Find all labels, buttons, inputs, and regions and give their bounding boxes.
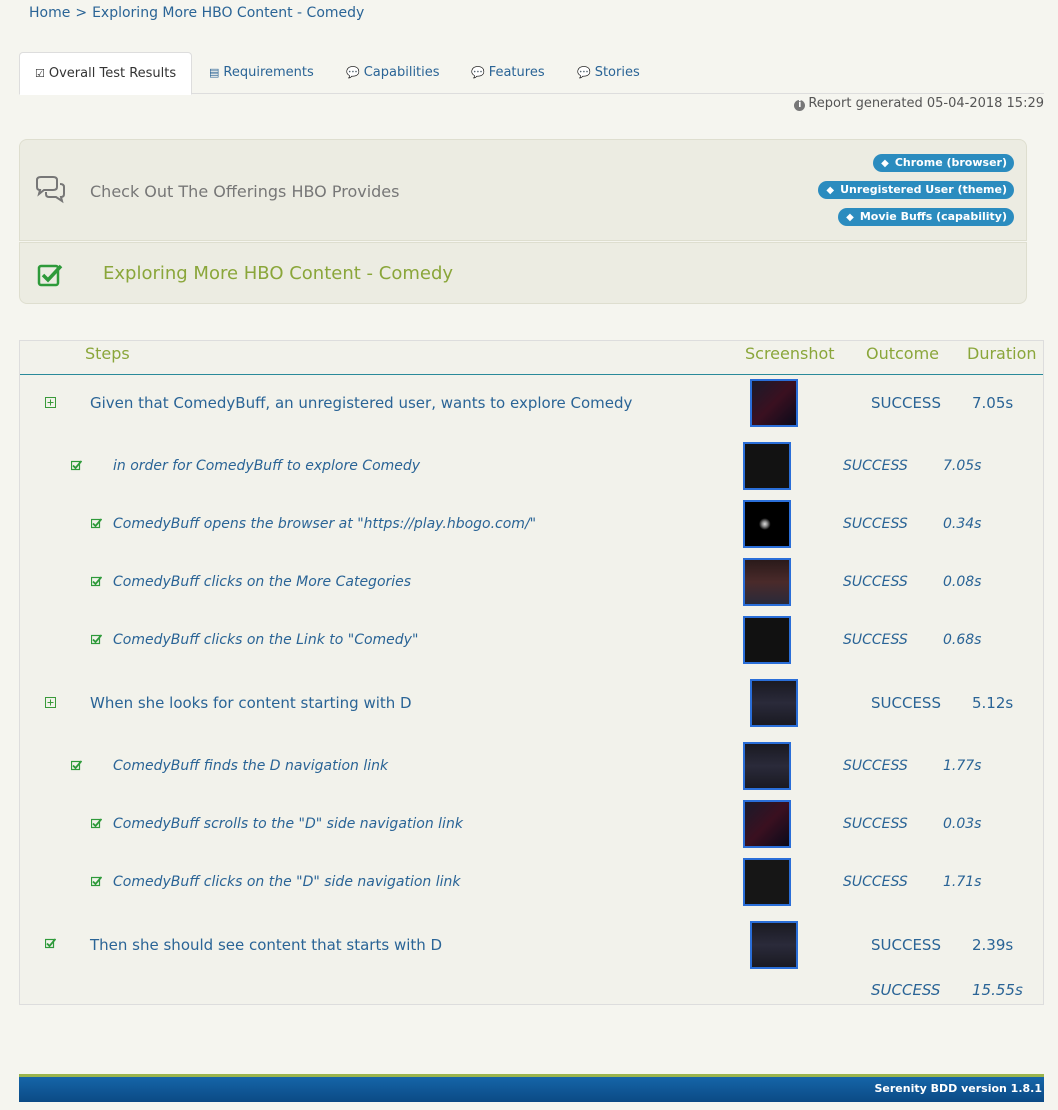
tab-label: Capabilities xyxy=(363,65,440,80)
info-icon: i xyxy=(794,100,806,111)
check-square-icon xyxy=(37,264,63,287)
expand-icon[interactable] xyxy=(45,697,56,708)
check-icon xyxy=(91,818,102,829)
step-duration: 7.05s xyxy=(972,394,1014,412)
breadcrumb-home-link[interactable]: Home xyxy=(29,5,70,21)
step-outcome: SUCCESS xyxy=(843,874,908,890)
header-outcome: Outcome xyxy=(866,344,940,363)
step-duration: 1.71s xyxy=(943,874,982,890)
step-outcome: SUCCESS xyxy=(843,458,908,474)
tab-label: Features xyxy=(488,65,545,80)
step-outcome: SUCCESS xyxy=(871,394,941,412)
step-duration: 0.08s xyxy=(943,574,982,590)
total-duration: 15.55s xyxy=(972,981,1023,999)
step-text: ComedyBuff scrolls to the "D" side navig… xyxy=(113,816,463,832)
screenshot-thumbnail[interactable] xyxy=(750,379,798,427)
tab-requirements[interactable]: ▤ Requirements xyxy=(209,52,314,94)
step-outcome: SUCCESS xyxy=(843,516,908,532)
step-duration: 1.77s xyxy=(943,758,982,774)
steps-table-header: Steps Screenshot Outcome Duration xyxy=(20,341,1043,375)
report-generated: i Report generated 05-04-2018 15:29 xyxy=(794,96,1044,111)
scenario-panel: Exploring More HBO Content - Comedy xyxy=(19,242,1027,304)
tab-label: Requirements xyxy=(223,65,314,80)
screenshot-thumbnail[interactable] xyxy=(750,921,798,969)
check-icon xyxy=(91,518,102,529)
step-duration: 2.39s xyxy=(972,936,1014,954)
screenshot-thumbnail[interactable] xyxy=(743,442,791,490)
header-screenshot: Screenshot xyxy=(745,344,835,363)
tab-stories[interactable]: 💬 Stories xyxy=(577,52,640,94)
tag-label: Chrome (browser) xyxy=(894,156,1007,169)
breadcrumb-separator: > xyxy=(75,5,88,21)
step-outcome: SUCCESS xyxy=(843,632,908,648)
step-outcome: SUCCESS xyxy=(843,574,908,590)
check-square-icon: ☑ xyxy=(35,67,45,80)
story-title: Check Out The Offerings HBO Provides xyxy=(90,182,400,201)
step-outcome: SUCCESS xyxy=(871,936,941,954)
step-duration: 0.68s xyxy=(943,632,982,648)
tag-icon: ◆ xyxy=(846,212,854,223)
screenshot-thumbnail[interactable] xyxy=(743,558,791,606)
version-text: Serenity BDD version 1.8.1 xyxy=(874,1082,1042,1095)
scenario-title: Exploring More HBO Content - Comedy xyxy=(103,263,454,284)
screenshot-thumbnail[interactable] xyxy=(743,616,791,664)
check-icon xyxy=(71,760,82,771)
step-duration: 0.03s xyxy=(943,816,982,832)
breadcrumb-current[interactable]: Exploring More HBO Content - Comedy xyxy=(92,5,364,21)
expand-icon[interactable] xyxy=(45,397,56,408)
tag-label: Unregistered User (theme) xyxy=(840,183,1007,196)
step-outcome: SUCCESS xyxy=(843,816,908,832)
check-icon xyxy=(91,876,102,887)
check-icon xyxy=(71,460,82,471)
step-text: ComedyBuff opens the browser at "https:/… xyxy=(113,516,537,532)
comments-icon: 💬 xyxy=(471,66,485,79)
check-icon xyxy=(91,634,102,645)
screenshot-thumbnail[interactable] xyxy=(743,800,791,848)
tab-capabilities[interactable]: 💬 Capabilities xyxy=(346,52,440,94)
book-icon: ▤ xyxy=(209,66,220,79)
tag-icon: ◆ xyxy=(881,158,889,169)
step-outcome: SUCCESS xyxy=(871,694,941,712)
report-generated-text: Report generated 05-04-2018 15:29 xyxy=(808,96,1044,111)
breadcrumb: Home > Exploring More HBO Content - Comedy xyxy=(29,5,364,21)
total-outcome: SUCCESS xyxy=(871,981,941,999)
tag-icon: ◆ xyxy=(826,185,835,196)
step-duration: 0.34s xyxy=(943,516,982,532)
header-steps: Steps xyxy=(85,344,130,363)
step-outcome: SUCCESS xyxy=(843,758,908,774)
step-duration: 5.12s xyxy=(972,694,1014,712)
story-panel: Check Out The Offerings HBO Provides ◆ Ch… xyxy=(19,139,1027,241)
tag-capability[interactable]: ◆ Movie Buffs (capability) xyxy=(838,208,1014,226)
tag-theme[interactable]: ◆ Unregistered User (theme) xyxy=(818,181,1014,199)
step-duration: 7.05s xyxy=(943,458,982,474)
step-text: When she looks for content starting with… xyxy=(90,694,412,712)
step-text: Then she should see content that starts … xyxy=(90,936,443,954)
tab-features[interactable]: 💬 Features xyxy=(471,52,545,94)
footer-bar: Serenity BDD version 1.8.1 xyxy=(19,1074,1044,1102)
tab-overall-test-results[interactable]: ☑ Overall Test Results xyxy=(19,52,193,95)
comments-icon: 💬 xyxy=(577,66,591,79)
tab-label: Overall Test Results xyxy=(48,66,177,81)
comments-icon xyxy=(36,176,65,204)
report-tabs: ☑ Overall Test Results ▤ Requirements 💬 Cap… xyxy=(19,52,1044,95)
screenshot-thumbnail[interactable] xyxy=(743,858,791,906)
step-text: in order for ComedyBuff to explore Comed… xyxy=(113,458,421,474)
screenshot-thumbnail[interactable] xyxy=(750,679,798,727)
check-icon xyxy=(45,938,56,949)
step-text: Given that ComedyBuff, an unregistered u… xyxy=(90,394,633,412)
steps-table: Steps Screenshot Outcome Duration Given … xyxy=(19,340,1044,1005)
step-text: ComedyBuff clicks on the More Categories xyxy=(113,574,412,590)
step-text: ComedyBuff clicks on the "D" side naviga… xyxy=(113,874,461,890)
header-duration: Duration xyxy=(967,344,1037,363)
screenshot-thumbnail[interactable] xyxy=(743,742,791,790)
screenshot-thumbnail[interactable] xyxy=(743,500,791,548)
tag-label: Movie Buffs (capability) xyxy=(859,210,1007,223)
comments-icon: 💬 xyxy=(346,66,360,79)
step-text: ComedyBuff clicks on the Link to "Comedy… xyxy=(113,632,419,648)
tab-label: Stories xyxy=(594,65,640,80)
step-text: ComedyBuff finds the D navigation link xyxy=(113,758,389,774)
tag-browser[interactable]: ◆ Chrome (browser) xyxy=(873,154,1014,172)
check-icon xyxy=(91,576,102,587)
